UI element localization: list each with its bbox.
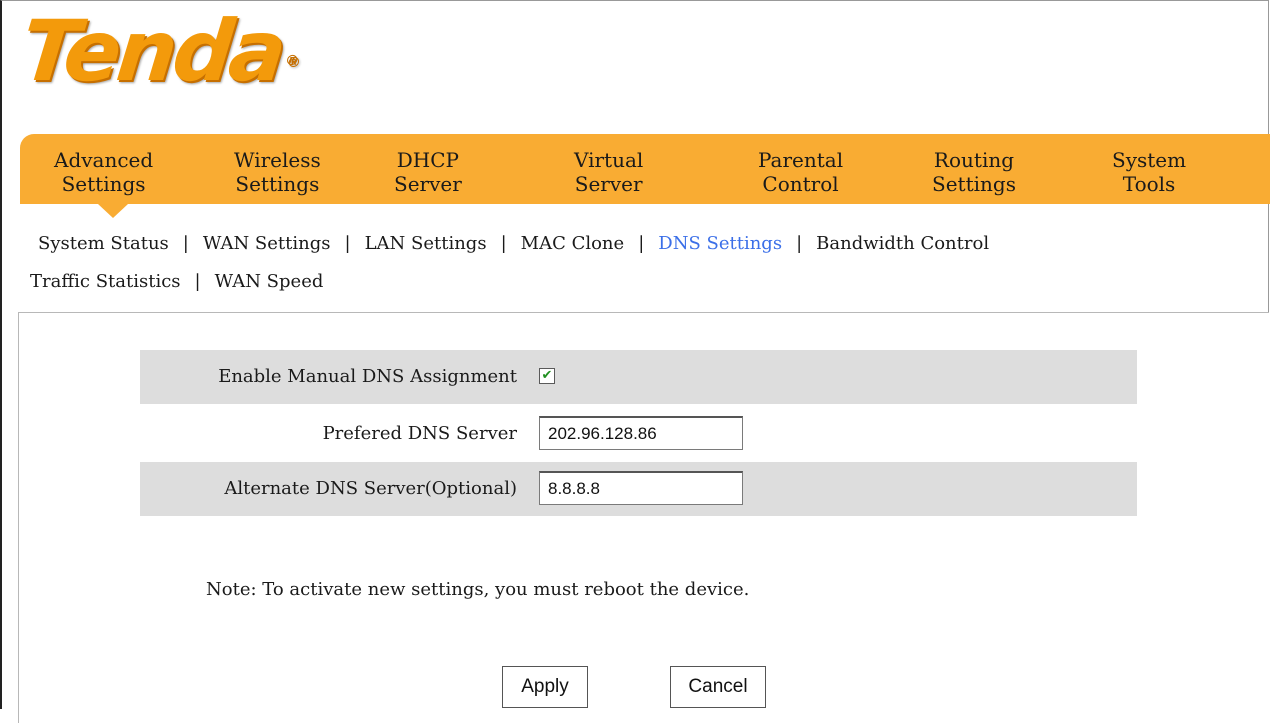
logo-text: Tenda <box>16 2 288 100</box>
nav-virtual-server[interactable]: Virtual Server <box>574 148 643 196</box>
nav-label-line2: Settings <box>932 172 1016 196</box>
router-admin-page: Tenda® Advanced Settings Wireless Settin… <box>0 0 1270 723</box>
nav-system-tools[interactable]: System Tools <box>1112 148 1186 196</box>
preferred-dns-input[interactable]: 202.96.128.86 <box>539 416 743 450</box>
subnav-separator: | <box>182 233 189 254</box>
sub-navigation: System Status | WAN Settings | LAN Settings |… <box>30 229 989 292</box>
nav-label-line2: Settings <box>61 172 146 196</box>
subnav-wan-speed[interactable]: WAN Speed <box>215 271 324 292</box>
nav-wireless-settings[interactable]: Wireless Settings <box>234 148 321 196</box>
registered-mark: ® <box>284 53 300 69</box>
nav-parental-control[interactable]: Parental Control <box>758 148 843 196</box>
nav-label-line1: DHCP <box>396 148 460 172</box>
subnav-wan-settings[interactable]: WAN Settings <box>203 233 331 254</box>
checkmark-icon: ✔ <box>541 368 553 383</box>
enable-manual-dns-checkbox[interactable]: ✔ <box>539 368 555 384</box>
subnav-system-status[interactable]: System Status <box>38 233 169 254</box>
preferred-dns-row: Prefered DNS Server 202.96.128.86 <box>140 407 1137 461</box>
nav-routing-settings[interactable]: Routing Settings <box>932 148 1016 196</box>
subnav-traffic-statistics[interactable]: Traffic Statistics <box>30 271 181 292</box>
nav-label-line2: Settings <box>235 172 320 196</box>
subnav-row-2: Traffic Statistics | WAN Speed <box>30 267 323 297</box>
enable-manual-dns-row: Enable Manual DNS Assignment ✔ <box>140 350 1137 404</box>
nav-label-line2: Control <box>762 172 839 196</box>
subnav-separator: | <box>500 233 507 254</box>
subnav-separator: | <box>194 271 201 292</box>
nav-label-line1: Virtual <box>574 148 644 172</box>
subnav-lan-settings[interactable]: LAN Settings <box>365 233 487 254</box>
main-navigation: Advanced Settings Wireless Settings DHCP… <box>20 134 1270 204</box>
nav-label-line1: Advanced <box>54 148 154 172</box>
nav-dhcp-server[interactable]: DHCP Server <box>394 148 462 196</box>
nav-label-line2: Server <box>394 172 462 196</box>
enable-manual-dns-label: Enable Manual DNS Assignment <box>218 366 517 387</box>
active-nav-pointer-icon <box>98 204 128 218</box>
subnav-bandwidth-control[interactable]: Bandwidth Control <box>816 233 989 254</box>
alternate-dns-input[interactable]: 8.8.8.8 <box>539 471 743 505</box>
dns-settings-panel: Enable Manual DNS Assignment ✔ Prefered … <box>18 312 1269 723</box>
preferred-dns-label: Prefered DNS Server <box>322 423 517 444</box>
nav-label-line1: System <box>1112 148 1187 172</box>
nav-label-line2: Tools <box>1122 172 1176 196</box>
nav-advanced-settings[interactable]: Advanced Settings <box>54 148 153 196</box>
alternate-dns-label: Alternate DNS Server(Optional) <box>224 478 517 499</box>
subnav-separator: | <box>638 233 645 254</box>
subnav-separator: | <box>796 233 803 254</box>
alternate-dns-row: Alternate DNS Server(Optional) 8.8.8.8 <box>140 462 1137 516</box>
nav-label-line1: Routing <box>933 148 1015 172</box>
tenda-logo: Tenda® <box>16 2 301 100</box>
nav-label-line1: Wireless <box>234 148 321 172</box>
cancel-button[interactable]: Cancel <box>670 666 766 708</box>
reboot-note: Note: To activate new settings, you must… <box>206 579 750 600</box>
apply-button[interactable]: Apply <box>502 666 588 708</box>
subnav-mac-clone[interactable]: MAC Clone <box>521 233 625 254</box>
subnav-dns-settings[interactable]: DNS Settings <box>658 233 782 254</box>
nav-label-line1: Parental <box>758 148 844 172</box>
subnav-separator: | <box>344 233 351 254</box>
nav-label-line2: Server <box>574 172 643 196</box>
